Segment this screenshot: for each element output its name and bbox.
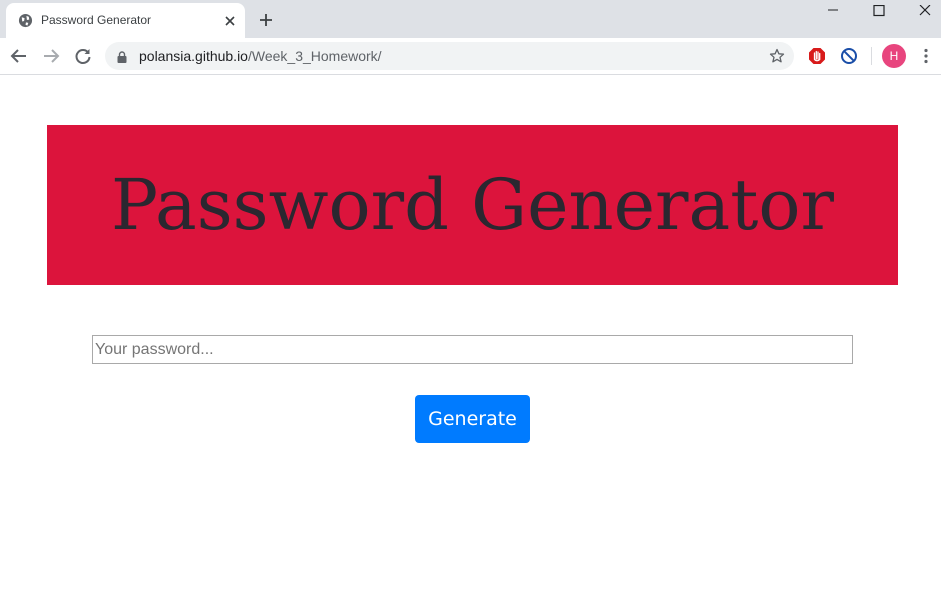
toolbar-divider xyxy=(871,47,872,65)
url-text[interactable]: polansia.github.io/Week_3_Homework/ xyxy=(139,48,382,64)
lock-icon[interactable] xyxy=(117,50,127,63)
address-bar[interactable]: polansia.github.io/Week_3_Homework/ xyxy=(105,42,794,70)
browser-tab[interactable]: Password Generator xyxy=(6,3,245,38)
reload-icon[interactable] xyxy=(74,47,92,65)
close-tab-icon[interactable] xyxy=(224,14,236,26)
browser-titlebar: Password Generator xyxy=(0,0,941,38)
more-menu-icon[interactable] xyxy=(924,48,928,64)
bookmark-star-icon[interactable] xyxy=(769,48,785,64)
minimize-icon[interactable] xyxy=(810,0,856,22)
password-output-field[interactable] xyxy=(92,335,853,364)
block-extension-icon[interactable] xyxy=(840,47,858,65)
maximize-icon[interactable] xyxy=(856,0,902,22)
stop-hand-extension-icon[interactable] xyxy=(808,47,826,65)
forward-arrow-icon[interactable] xyxy=(42,47,60,65)
generate-button[interactable]: Generate xyxy=(415,395,530,443)
globe-icon xyxy=(18,13,33,28)
profile-avatar[interactable]: H xyxy=(882,44,906,68)
browser-toolbar: polansia.github.io/Week_3_Homework/ xyxy=(0,38,941,75)
back-arrow-icon[interactable] xyxy=(10,47,28,65)
url-path: /Week_3_Homework/ xyxy=(247,48,382,64)
header-banner: Password Generator xyxy=(47,125,898,285)
new-tab-icon[interactable] xyxy=(258,12,274,28)
tab-title: Password Generator xyxy=(41,13,152,27)
window-close-icon[interactable] xyxy=(902,0,941,22)
url-host: polansia.github.io xyxy=(139,48,248,64)
page-title: Password Generator xyxy=(111,164,834,246)
